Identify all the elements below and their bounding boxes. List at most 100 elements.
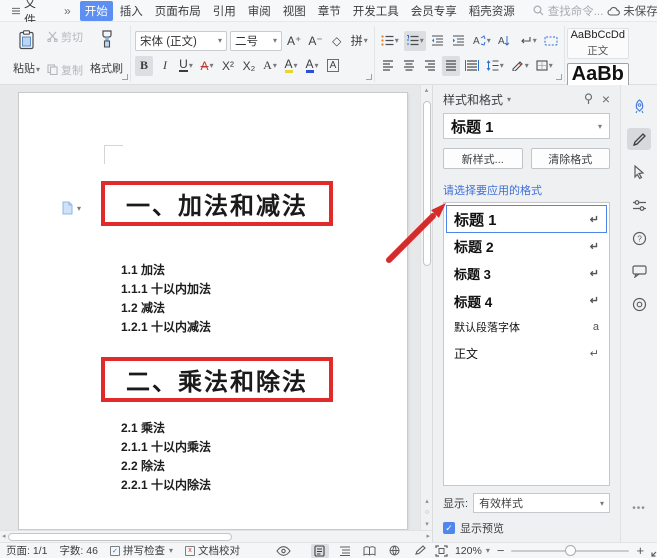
paste-button[interactable]: 粘贴▾ [10, 28, 43, 78]
eye-protection-button[interactable] [276, 546, 291, 556]
heading2-text[interactable]: 二、乘法和除法 [126, 362, 308, 397]
text-direction-button[interactable]: A [496, 31, 514, 51]
scroll-up-icon[interactable]: ▴ [425, 85, 429, 97]
horizontal-scrollbar-thumb[interactable] [8, 533, 232, 541]
tab-review[interactable]: 审阅 [243, 1, 276, 21]
list-item[interactable]: 2.2 除法 [121, 457, 211, 476]
bullet-list-button[interactable]: ▾ [379, 31, 401, 51]
browse-object-button[interactable]: ○ [425, 509, 429, 516]
list-item[interactable]: 2.1 乘法 [121, 419, 211, 438]
style-item-heading1[interactable]: 标题 1 ↵ [446, 205, 607, 233]
style-item-heading3[interactable]: 标题 3 ↵ [446, 260, 607, 287]
numbered-list-button[interactable]: ▾ [404, 31, 426, 51]
tab-membership[interactable]: 会员专享 [406, 1, 462, 21]
copy-button[interactable]: 复制 [45, 63, 85, 76]
align-right-button[interactable] [421, 56, 439, 76]
align-center-button[interactable] [400, 56, 418, 76]
horizontal-scrollbar[interactable]: ◂ ▸ [0, 530, 432, 542]
borders-button[interactable]: ▾ [534, 56, 555, 76]
list-item[interactable]: 2.1.1 十以内乘法 [121, 438, 211, 457]
page-view-button[interactable] [311, 544, 329, 558]
list-item[interactable]: 1.2.1 十以内减法 [121, 318, 211, 337]
show-preview-checkbox[interactable]: ✓ 显示预览 [443, 520, 610, 536]
handwriting-button[interactable] [411, 544, 429, 558]
tab-insert[interactable]: 插入 [115, 1, 148, 21]
format-painter-button[interactable]: 格式刷 [87, 28, 126, 78]
next-page-button[interactable]: ▾ [425, 520, 429, 528]
style-item-default-font[interactable]: 默认段落字体 a [446, 314, 607, 340]
paragraph-layout-button[interactable] [542, 31, 560, 51]
section1-list[interactable]: 1.1 加法 1.1.1 十以内加法 1.2 减法 1.2.1 十以内减法 [121, 261, 211, 337]
list-item[interactable]: 2.2.1 十以内除法 [121, 476, 211, 495]
superscript-button[interactable]: X² [219, 56, 237, 76]
italic-button[interactable]: I [156, 56, 174, 76]
decrease-font-button[interactable]: A⁻ [306, 31, 324, 51]
pinyin-guide-button[interactable]: 拼▾ [349, 31, 370, 51]
style-gallery-body[interactable]: AaBbCcDd 正文 [567, 28, 629, 59]
clear-format-button[interactable]: ◇ [328, 31, 346, 51]
tab-references[interactable]: 引用 [208, 1, 241, 21]
fit-page-icon[interactable] [435, 545, 448, 557]
dialog-launcher[interactable] [366, 74, 372, 80]
vertical-scrollbar-thumb[interactable] [423, 101, 431, 266]
resources-icon[interactable] [627, 293, 651, 315]
outline-view-button[interactable] [336, 544, 354, 558]
panel-title-menu[interactable]: 样式和格式 ▾ [443, 91, 511, 108]
clear-format-button[interactable]: 清除格式 [531, 148, 611, 169]
dialog-launcher[interactable] [556, 74, 562, 80]
more-tools-icon[interactable]: ••• [632, 503, 646, 514]
increase-font-button[interactable]: A⁺ [285, 31, 303, 51]
fullscreen-icon[interactable] [651, 545, 657, 557]
tab-section[interactable]: 章节 [313, 1, 346, 21]
pin-panel-icon[interactable] [583, 93, 594, 105]
show-filter-select[interactable]: 有效样式 ▾ [473, 493, 610, 513]
zoom-level-select[interactable]: 120% ▾ [455, 545, 490, 557]
tab-view[interactable]: 视图 [278, 1, 311, 21]
settings-pane-icon[interactable] [627, 194, 651, 216]
style-item-heading2[interactable]: 标题 2 ↵ [446, 233, 607, 260]
list-item[interactable]: 1.1.1 十以内加法 [121, 280, 211, 299]
font-size-select[interactable]: 二号▾ [230, 31, 282, 51]
select-pane-icon[interactable] [627, 161, 651, 183]
heading1-text[interactable]: 一、加法和减法 [126, 186, 308, 221]
command-search[interactable]: 查找命令... [533, 3, 604, 19]
close-panel-icon[interactable]: × [602, 93, 610, 105]
current-style-select[interactable]: 标题 1 ▾ [443, 113, 610, 139]
zoom-in-button[interactable]: + [636, 543, 644, 558]
zoom-out-button[interactable]: − [497, 543, 505, 558]
line-break-button[interactable]: ▾ [517, 31, 539, 51]
help-icon[interactable]: ? [627, 227, 651, 249]
document-canvas[interactable]: ▾ 一、加法和减法 1.1 加法 1.1.1 十以内加法 1.2 减法 1.2.… [0, 85, 432, 530]
document-page[interactable]: ▾ 一、加法和减法 1.1 加法 1.1.1 十以内加法 1.2 减法 1.2.… [18, 92, 408, 530]
tab-developer[interactable]: 开发工具 [348, 1, 404, 21]
distribute-button[interactable] [463, 56, 481, 76]
styles-pane-icon[interactable] [627, 128, 651, 150]
subscript-button[interactable]: X₂ [240, 56, 258, 76]
save-status[interactable]: 未保存 [607, 3, 657, 19]
shading-button[interactable]: ▾ [509, 56, 531, 76]
text-effects-button[interactable]: A▾ [261, 56, 279, 76]
font-name-select[interactable]: 宋体 (正文)▾ [135, 31, 227, 51]
strikethrough-button[interactable]: A▾ [198, 56, 216, 76]
font-color-button[interactable]: A▾ [303, 56, 321, 76]
tab-overflow-button[interactable]: » [60, 4, 75, 18]
section2-list[interactable]: 2.1 乘法 2.1.1 十以内乘法 2.2 除法 2.2.1 十以内除法 [121, 419, 211, 495]
tab-home[interactable]: 开始 [80, 1, 113, 21]
heading-style-badge[interactable]: ▾ [61, 201, 81, 215]
highlight-color-button[interactable]: A▾ [282, 56, 300, 76]
style-item-heading4[interactable]: 标题 4 ↵ [446, 287, 607, 314]
style-item-body[interactable]: 正文 ↵ [446, 340, 607, 367]
tab-page-layout[interactable]: 页面布局 [150, 1, 206, 21]
justify-button[interactable] [442, 56, 460, 76]
tab-docer[interactable]: 稻壳资源 [464, 1, 520, 21]
list-item[interactable]: 1.1 加法 [121, 261, 211, 280]
line-spacing-button[interactable]: ▾ [484, 56, 506, 76]
proofread-button[interactable]: x 文档校对 [185, 543, 240, 558]
feedback-icon[interactable] [627, 260, 651, 282]
zoom-slider[interactable] [511, 550, 629, 552]
new-style-button[interactable]: 新样式... [443, 148, 523, 169]
char-shading-button[interactable]: A [324, 56, 342, 76]
word-count[interactable]: 字数: 46 [59, 543, 98, 558]
decrease-indent-button[interactable] [429, 31, 447, 51]
list-item[interactable]: 1.2 减法 [121, 299, 211, 318]
